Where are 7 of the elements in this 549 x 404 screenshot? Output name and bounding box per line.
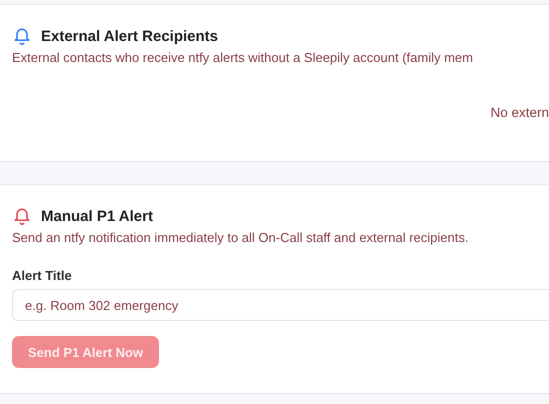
alert-title-field[interactable]: e.g. Room 302 emergency bbox=[12, 289, 549, 321]
section-description: Send an ntfy notification immediately to all On-Call staff and external recipients. bbox=[12, 230, 470, 245]
section-description: External contacts who receive ntfy alerts without a Sleepily account (family mem bbox=[12, 50, 474, 65]
section-title: Manual P1 Alert bbox=[41, 208, 153, 224]
empty-message: No extern bbox=[490, 105, 549, 120]
field-label: Alert Title bbox=[12, 268, 73, 283]
section-title: External Alert Recipients bbox=[41, 28, 218, 44]
